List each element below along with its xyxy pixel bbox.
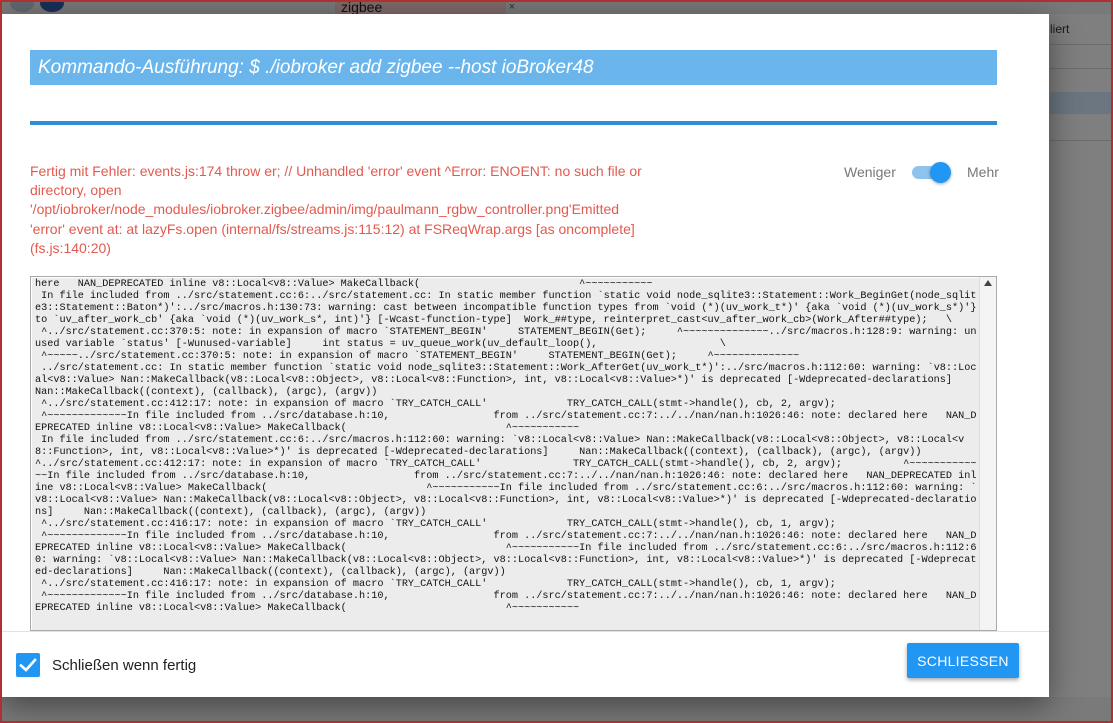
close-when-done-checkbox[interactable] <box>16 653 40 677</box>
log-text[interactable]: here NAN_DEPRECATED inline v8::Local<v8:… <box>32 278 980 630</box>
log-output[interactable]: here NAN_DEPRECATED inline v8::Local<v8:… <box>30 276 997 631</box>
error-message: Fertig mit Fehler: events.js:174 throw e… <box>30 163 642 256</box>
dialog-title: Kommando-Ausführung: $ ./iobroker add zi… <box>30 50 997 85</box>
close-when-done-label: Schließen wenn fertig <box>52 657 197 674</box>
background-bottom-area <box>0 697 1113 723</box>
scroll-up-arrow-icon[interactable] <box>984 280 992 286</box>
log-scrollbar[interactable] <box>979 277 996 630</box>
output-detail-toggle: Weniger Mehr <box>844 162 1004 186</box>
toggle-label-less: Weniger <box>844 164 896 180</box>
footer-divider <box>2 631 1049 632</box>
command-dialog: Kommando-Ausführung: $ ./iobroker add zi… <box>2 14 1049 697</box>
close-button[interactable]: SCHLIESSEN <box>907 643 1019 678</box>
toggle-switch-knob[interactable] <box>930 162 951 183</box>
checkmark-icon <box>19 658 37 672</box>
toggle-label-more: Mehr <box>967 164 999 180</box>
progress-bar <box>30 121 997 125</box>
